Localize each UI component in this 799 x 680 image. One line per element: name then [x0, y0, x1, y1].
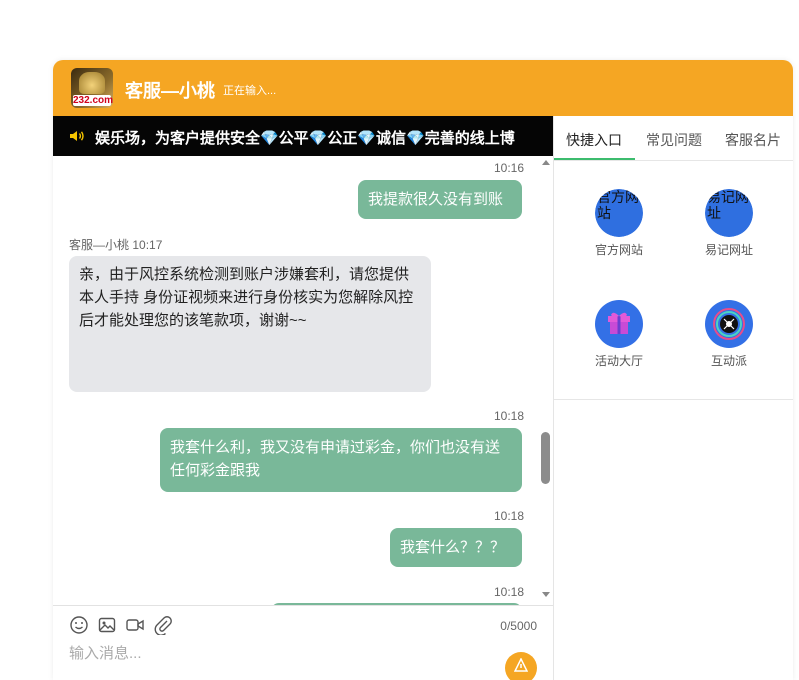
- outgoing-message: 我套什么利，我又没有申请过彩金，你们也没有送任何彩金跟我: [160, 428, 522, 492]
- marquee-text: 娱乐场，为客户提供安全💎公平💎公正💎诚信💎完善的线上博: [95, 130, 515, 147]
- message-list[interactable]: 10:16 我提款很久没有到账 客服—小桃 10:17 亲，由于风控系统检测到账…: [53, 156, 553, 605]
- incoming-message: 亲，由于风控系统检测到账户涉嫌套利，请您提供本人手持 身份证视频来进行身份核实为…: [69, 256, 431, 392]
- emoji-icon[interactable]: [69, 615, 89, 635]
- message-sender: 客服—小桃 10:17: [69, 236, 162, 253]
- camera-lens-icon: [705, 300, 753, 348]
- image-icon[interactable]: [97, 615, 117, 635]
- logo-text: 232.com: [73, 95, 113, 106]
- link-image-icon: 易记网址: [705, 189, 753, 237]
- tab-agent-card[interactable]: 客服名片: [725, 130, 781, 150]
- quick-item-official-site[interactable]: 官方网站 官方网站: [574, 189, 664, 258]
- side-tabs: 快捷入口 常见问题 客服名片: [554, 116, 793, 161]
- message-input[interactable]: [69, 642, 469, 664]
- scroll-down-arrow-icon[interactable]: [542, 592, 550, 597]
- video-icon[interactable]: [125, 615, 145, 635]
- globe-image-icon: 官方网站: [595, 189, 643, 237]
- quick-item-label: 易记网址: [704, 243, 753, 257]
- tab-quick-entry[interactable]: 快捷入口: [566, 130, 622, 150]
- chat-header: 232.com 客服—小桃 正在输入...: [53, 60, 793, 116]
- message-time: 10:18: [494, 409, 525, 423]
- quick-item-label: 互动派: [710, 354, 747, 368]
- quick-item-label: 活动大厅: [594, 354, 643, 368]
- sender-name: 客服—小桃: [69, 238, 130, 252]
- speaker-icon: [70, 131, 84, 141]
- brand-logo: 232.com: [71, 68, 113, 108]
- quick-item-label: 官方网站: [594, 243, 643, 257]
- quick-item-interactive[interactable]: 互动派: [684, 300, 774, 369]
- char-counter: 0/5000: [500, 619, 537, 633]
- scroll-up-arrow-icon[interactable]: [542, 160, 550, 165]
- message-time: 10:18: [494, 509, 525, 523]
- message-time: 10:18: [494, 585, 525, 599]
- image-alt-text: 易记网址: [707, 189, 749, 221]
- message-time: 10:17: [132, 238, 163, 252]
- message-composer: 0/5000: [53, 605, 553, 680]
- gift-icon: [595, 300, 643, 348]
- agent-name: 客服—小桃: [125, 81, 215, 101]
- outgoing-message: 我套什么？？？: [390, 528, 522, 567]
- chat-window: 232.com 客服—小桃 正在输入... 娱乐场，为客户提供安全💎公平💎公正💎…: [53, 60, 793, 680]
- outgoing-message: 我提款很久没有到账: [358, 180, 522, 219]
- message-time: 10:16: [494, 161, 525, 175]
- chat-scrollbar[interactable]: [539, 156, 553, 605]
- scroll-thumb[interactable]: [541, 432, 550, 484]
- typing-status: 正在输入...: [223, 85, 277, 97]
- announcement-marquee: 娱乐场，为客户提供安全💎公平💎公正💎诚信💎完善的线上博: [53, 116, 553, 156]
- quick-item-activity-hall[interactable]: 活动大厅: [574, 300, 664, 369]
- lion-icon: [79, 72, 105, 94]
- send-button[interactable]: [505, 652, 537, 680]
- side-panel: 快捷入口 常见问题 客服名片 官方网站 官方网站 易记网址 易记网址 活动大厅 …: [553, 116, 793, 680]
- quick-item-easy-url[interactable]: 易记网址 易记网址: [684, 189, 774, 258]
- quick-entry-grid: 官方网站 官方网站 易记网址 易记网址 活动大厅 互动派: [554, 160, 793, 400]
- image-alt-text: 官方网站: [597, 189, 639, 221]
- attachment-icon[interactable]: [153, 615, 173, 635]
- tab-faq[interactable]: 常见问题: [646, 130, 702, 150]
